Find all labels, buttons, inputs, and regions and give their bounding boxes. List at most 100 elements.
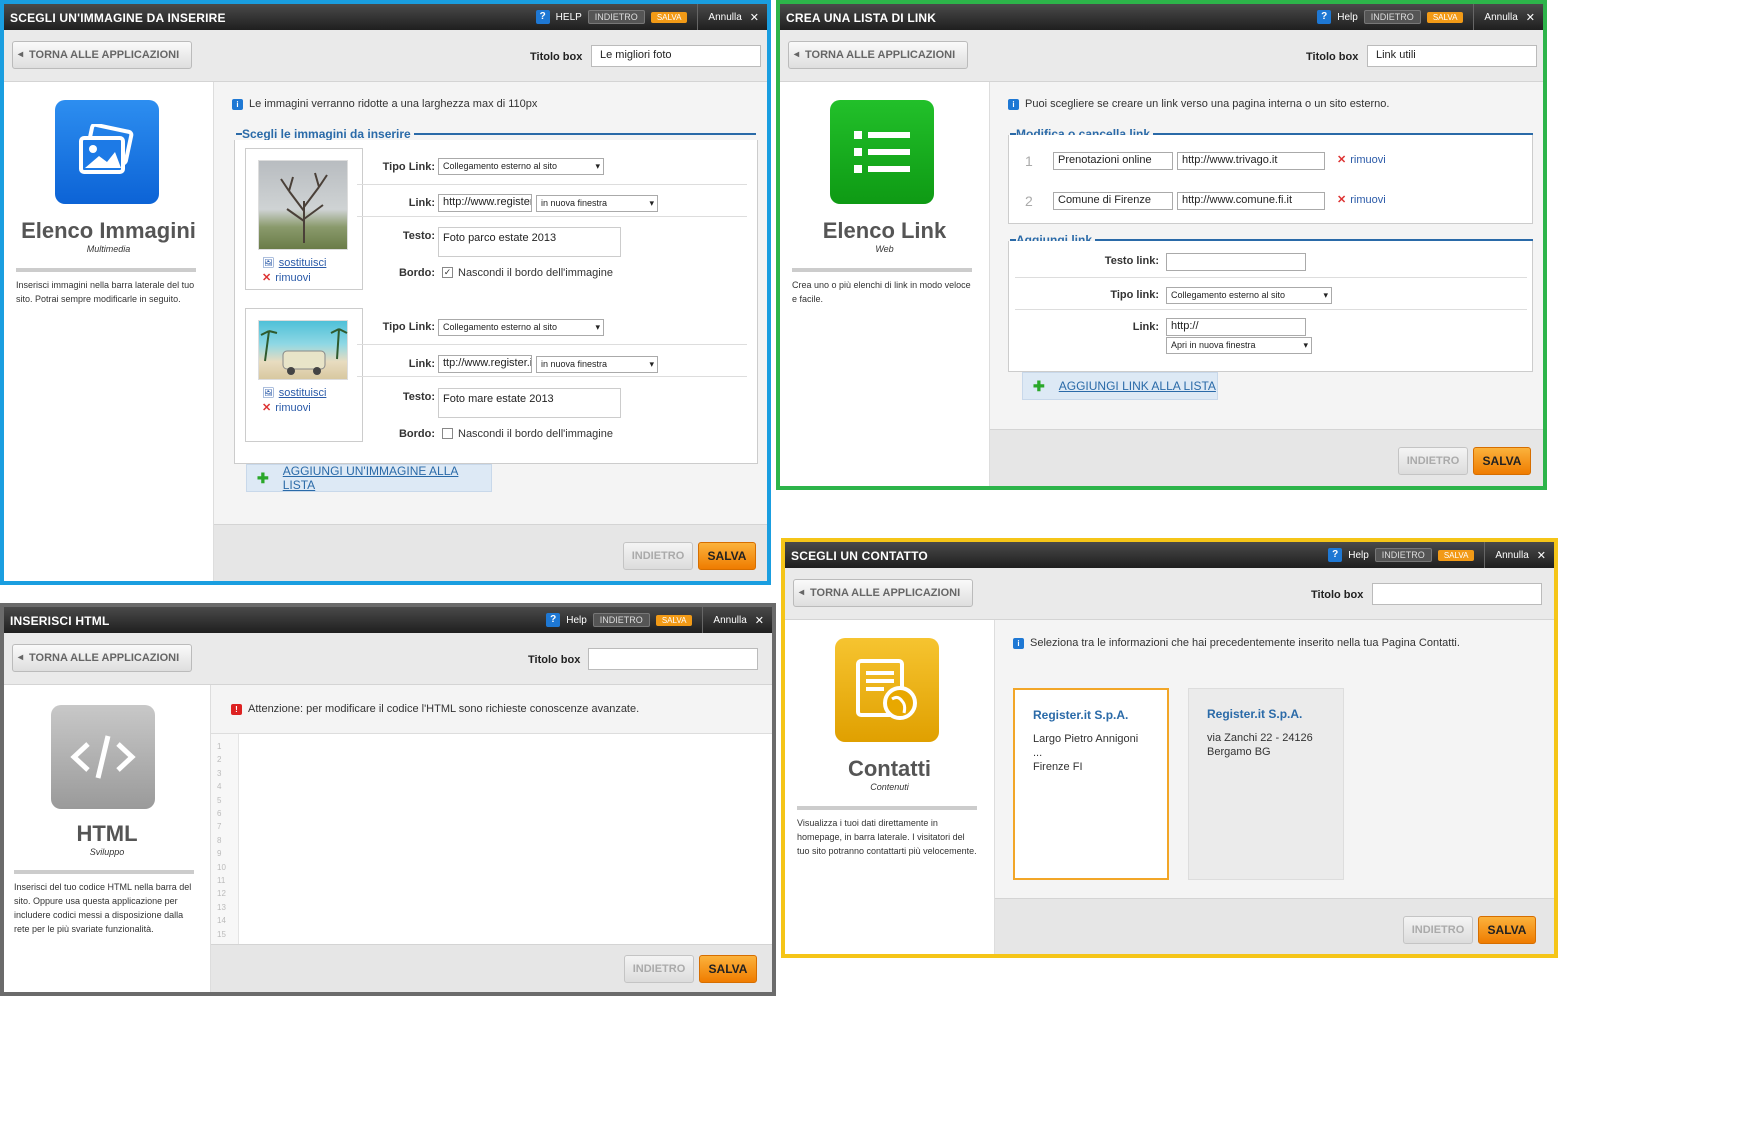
contact-address: Largo Pietro Annigoni ... bbox=[1033, 733, 1139, 759]
add-link-link[interactable]: AGGIUNGI LINK ALLA LISTA bbox=[1059, 379, 1216, 393]
link-type-select[interactable]: Collegamento esterno al sito bbox=[438, 319, 604, 336]
close-icon[interactable]: ✕ bbox=[750, 11, 759, 24]
cancel-link[interactable]: Annulla bbox=[1495, 550, 1528, 561]
titlebar-back-button[interactable]: INDIETRO bbox=[592, 613, 650, 627]
window-target-select[interactable]: in nuova finestra bbox=[536, 195, 658, 212]
line-number: 9 bbox=[217, 849, 222, 859]
close-icon[interactable]: ✕ bbox=[1526, 11, 1535, 24]
hide-border-checkbox[interactable] bbox=[442, 428, 453, 439]
window-target-select[interactable]: in nuova finestra bbox=[536, 356, 658, 373]
remove-label: rimuovi bbox=[275, 271, 311, 284]
divider bbox=[1015, 309, 1527, 310]
link-label: Link: bbox=[408, 358, 435, 370]
help-link[interactable]: HELP bbox=[556, 12, 582, 23]
titlebar: SCEGLI UN'IMMAGINE DA INSERIRE ? HELP IN… bbox=[4, 4, 767, 30]
link-name-input[interactable]: Comune di Firenze bbox=[1053, 192, 1173, 210]
cancel-link[interactable]: Annulla bbox=[708, 12, 741, 23]
info-text: Le immagini verranno ridotte a una largh… bbox=[249, 98, 538, 110]
info-text: Puoi scegliere se creare un link verso u… bbox=[1025, 98, 1390, 110]
image-thumbnail bbox=[258, 160, 348, 250]
help-icon[interactable]: ? bbox=[535, 10, 550, 24]
titlebar-save-button[interactable]: SALVA bbox=[655, 614, 693, 626]
help-link[interactable]: Help bbox=[1337, 12, 1358, 23]
remove-icon: ✕ bbox=[1337, 194, 1347, 206]
help-icon[interactable]: ? bbox=[1328, 548, 1343, 562]
save-button[interactable]: SALVA bbox=[698, 542, 756, 570]
save-button[interactable]: SALVA bbox=[1473, 447, 1531, 475]
cancel-link[interactable]: Annulla bbox=[1484, 12, 1517, 23]
contact-card[interactable]: Register.it S.p.A. via Zanchi 22 - 24126… bbox=[1188, 688, 1344, 880]
back-to-apps-button[interactable]: TORNA ALLE APPLICAZIONI bbox=[12, 644, 193, 672]
titlebar: INSERISCI HTML ? Help INDIETRO SALVA Ann… bbox=[4, 607, 772, 633]
divider bbox=[357, 376, 747, 377]
titlebar-back-button[interactable]: INDIETRO bbox=[1374, 548, 1432, 562]
code-editor[interactable]: 1 2 3 4 5 6 7 8 9 10 11 12 13 14 15 bbox=[211, 733, 772, 945]
app-description: Inserisci immagini nella barra laterale … bbox=[16, 280, 195, 304]
remove-link[interactable]: ✕ rimuovi bbox=[1337, 193, 1386, 207]
line-numbers: 1 2 3 4 5 6 7 8 9 10 11 12 13 14 15 bbox=[211, 740, 239, 941]
link-url-input[interactable]: http:// bbox=[1166, 318, 1306, 336]
replace-link[interactable]: 🖼 sostituisci bbox=[262, 387, 326, 399]
box-title-label: Titolo box bbox=[1306, 51, 1359, 63]
app-sidebar: Elenco Immagini Multimedia Inserisci imm… bbox=[4, 82, 214, 581]
link-url-input[interactable]: http://www.trivago.it bbox=[1177, 152, 1325, 170]
image-list: 🖼 sostituisci ✕ rimuovi Tipo Link: Collega… bbox=[234, 140, 758, 464]
window-title: CREA UNA LISTA DI LINK bbox=[786, 11, 937, 25]
back-button[interactable]: INDIETRO bbox=[624, 955, 694, 983]
save-button[interactable]: SALVA bbox=[1478, 916, 1536, 944]
contact-card[interactable]: Register.it S.p.A. Largo Pietro Annigoni… bbox=[1013, 688, 1169, 880]
add-image-link[interactable]: AGGIUNGI UN'IMMAGINE ALLA LISTA bbox=[283, 464, 491, 492]
titlebar-back-button[interactable]: INDIETRO bbox=[1363, 10, 1421, 24]
hide-border-checkbox[interactable]: ✓ bbox=[442, 267, 453, 278]
divider bbox=[357, 216, 747, 217]
link-type-select[interactable]: Collegamento esterno al sito bbox=[438, 158, 604, 175]
remove-link[interactable]: ✕ rimuovi bbox=[1337, 153, 1386, 167]
back-button[interactable]: INDIETRO bbox=[1403, 916, 1473, 944]
link-input[interactable]: ttp://www.register.it bbox=[438, 355, 532, 373]
help-link[interactable]: Help bbox=[566, 615, 587, 626]
remove-link[interactable]: ✕ rimuovi bbox=[262, 271, 311, 285]
window-link-list: CREA UNA LISTA DI LINK ? Help INDIETRO S… bbox=[776, 0, 1547, 490]
box-title-input[interactable]: Link utili bbox=[1367, 45, 1537, 67]
cancel-link[interactable]: Annulla bbox=[713, 615, 746, 626]
titlebar-save-button[interactable]: SALVA bbox=[1437, 549, 1475, 561]
link-text-input[interactable] bbox=[1166, 253, 1306, 271]
main-panel: i Puoi scegliere se creare un link verso … bbox=[990, 82, 1543, 486]
replace-label: sostituisci bbox=[278, 387, 327, 399]
save-button[interactable]: SALVA bbox=[699, 955, 757, 983]
back-to-apps-button[interactable]: TORNA ALLE APPLICAZIONI bbox=[12, 41, 193, 69]
replace-link[interactable]: 🖼 sostituisci bbox=[262, 257, 326, 269]
app-sidebar: Contatti Contenuti Visualizza i tuoi dat… bbox=[785, 620, 995, 954]
help-icon[interactable]: ? bbox=[1317, 10, 1332, 24]
text-input[interactable]: Foto parco estate 2013 bbox=[438, 227, 621, 257]
box-title-input[interactable]: Le migliori foto bbox=[591, 45, 761, 67]
link-url-input[interactable]: http://www.comune.fi.it bbox=[1177, 192, 1325, 210]
remove-link[interactable]: ✕ rimuovi bbox=[262, 401, 311, 415]
titlebar-back-button[interactable]: INDIETRO bbox=[587, 10, 645, 24]
close-icon[interactable]: ✕ bbox=[755, 614, 764, 627]
line-number: 13 bbox=[217, 902, 226, 912]
line-number: 3 bbox=[217, 768, 222, 778]
text-input[interactable]: Foto mare estate 2013 bbox=[438, 388, 621, 418]
add-link-bar[interactable]: ✚ AGGIUNGI LINK ALLA LISTA bbox=[1022, 372, 1218, 400]
line-number: 4 bbox=[217, 782, 222, 792]
back-button[interactable]: INDIETRO bbox=[1398, 447, 1468, 475]
link-name-input[interactable]: Prenotazioni online bbox=[1053, 152, 1173, 170]
box-title-input[interactable] bbox=[588, 648, 758, 670]
titlebar-save-button[interactable]: SALVA bbox=[1426, 11, 1464, 23]
app-sidebar: Elenco Link Web Crea uno o più elenchi d… bbox=[780, 82, 990, 486]
link-type-select[interactable]: Collegamento esterno al sito bbox=[1166, 287, 1332, 304]
close-icon[interactable]: ✕ bbox=[1537, 549, 1546, 562]
image-thumbnail bbox=[258, 320, 348, 380]
add-image-bar[interactable]: ✚ AGGIUNGI UN'IMMAGINE ALLA LISTA bbox=[246, 464, 492, 492]
help-icon[interactable]: ? bbox=[546, 613, 561, 627]
titlebar-save-button[interactable]: SALVA bbox=[650, 11, 688, 23]
back-to-apps-button[interactable]: TORNA ALLE APPLICAZIONI bbox=[793, 579, 974, 607]
box-title-input[interactable] bbox=[1372, 583, 1542, 605]
plus-icon: ✚ bbox=[257, 469, 269, 486]
window-target-select[interactable]: Apri in nuova finestra bbox=[1166, 337, 1312, 354]
back-to-apps-button[interactable]: TORNA ALLE APPLICAZIONI bbox=[788, 41, 969, 69]
back-button[interactable]: INDIETRO bbox=[623, 542, 693, 570]
link-input[interactable]: http://www.register bbox=[438, 194, 532, 212]
help-link[interactable]: Help bbox=[1348, 550, 1369, 561]
